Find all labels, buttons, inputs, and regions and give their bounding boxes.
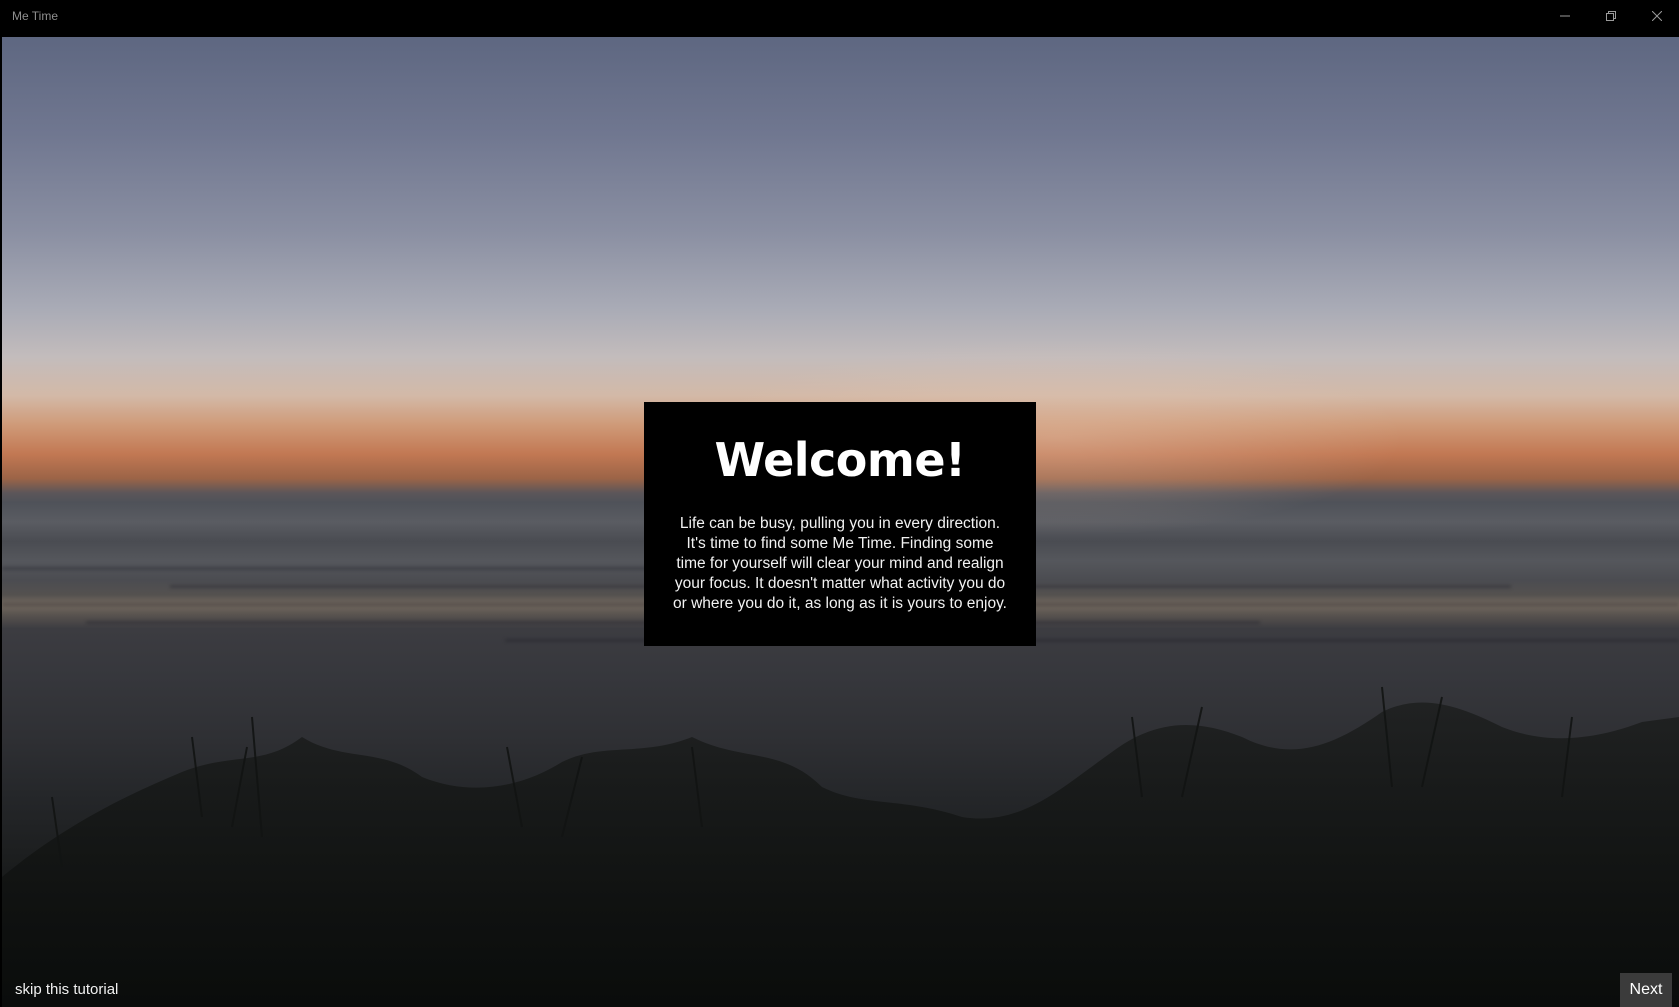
close-icon — [1652, 11, 1662, 21]
minimize-button[interactable] — [1542, 0, 1588, 32]
skip-tutorial-link[interactable]: skip this tutorial — [15, 981, 118, 998]
welcome-description: Life can be busy, pulling you in every d… — [673, 515, 1007, 612]
maximize-button[interactable] — [1588, 0, 1634, 32]
app-window: Me Time Welcome! Life can be busy, pulli… — [0, 0, 1679, 1007]
dune-grass-silhouette — [2, 686, 1679, 1007]
restore-icon — [1606, 11, 1616, 21]
close-button[interactable] — [1634, 0, 1679, 32]
window-title: Me Time — [12, 9, 59, 23]
next-button[interactable]: Next — [1620, 973, 1672, 1007]
minimize-icon — [1560, 11, 1570, 21]
title-bar[interactable]: Me Time — [0, 0, 1679, 37]
welcome-card: Welcome! Life can be busy, pulling you i… — [644, 402, 1036, 646]
welcome-title: Welcome! — [714, 433, 966, 487]
